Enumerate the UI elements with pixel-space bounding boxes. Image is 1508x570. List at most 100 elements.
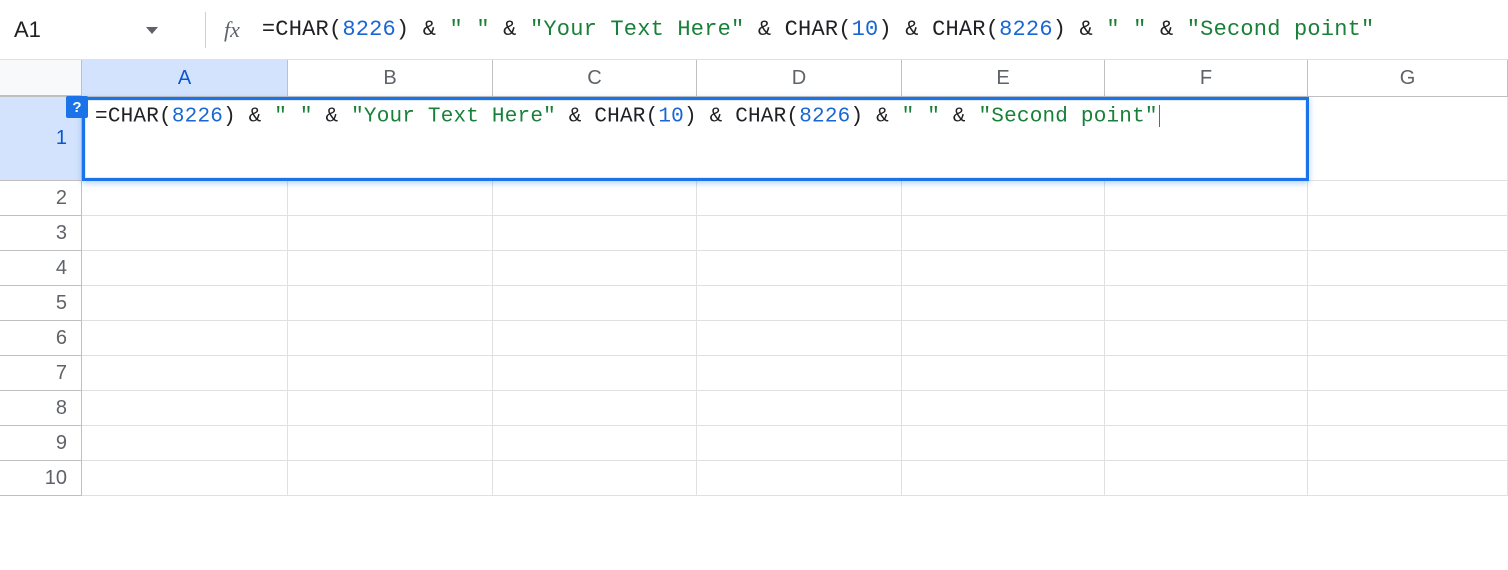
cell-G10[interactable] [1308, 461, 1508, 496]
cell-A3[interactable] [82, 216, 288, 251]
cell-A6[interactable] [82, 321, 288, 356]
formula-token: "Second point" [1187, 17, 1375, 42]
row-header-6[interactable]: 6 [0, 321, 82, 356]
cell-C4[interactable] [493, 251, 697, 286]
cell-A4[interactable] [82, 251, 288, 286]
active-cell-editor[interactable]: =CHAR(8226) & " " & "Your Text Here" & C… [82, 97, 1309, 181]
formula-token: 10 [852, 17, 879, 42]
cell-F6[interactable] [1105, 321, 1308, 356]
cell-A9[interactable] [82, 426, 288, 461]
cell-C5[interactable] [493, 286, 697, 321]
cell-D7[interactable] [697, 356, 902, 391]
cell-F2[interactable] [1105, 181, 1308, 216]
cell-C8[interactable] [493, 391, 697, 426]
cell-F4[interactable] [1105, 251, 1308, 286]
column-header-a[interactable]: A [82, 60, 288, 96]
cell-B8[interactable] [288, 391, 493, 426]
cell-A5[interactable] [82, 286, 288, 321]
cell-D3[interactable] [697, 216, 902, 251]
cell-E2[interactable] [902, 181, 1105, 216]
cell-A8[interactable] [82, 391, 288, 426]
row-header-5[interactable]: 5 [0, 286, 82, 321]
formula-token: " " [274, 106, 312, 129]
cell-D8[interactable] [697, 391, 902, 426]
cell-G5[interactable] [1308, 286, 1508, 321]
column-header-b[interactable]: B [288, 60, 493, 96]
cell-G6[interactable] [1308, 321, 1508, 356]
cell-D4[interactable] [697, 251, 902, 286]
row-header-9[interactable]: 9 [0, 426, 82, 461]
cell-formula-text[interactable]: =CHAR(8226) & " " & "Your Text Here" & C… [95, 105, 1296, 129]
cell-D2[interactable] [697, 181, 902, 216]
cell-G4[interactable] [1308, 251, 1508, 286]
cell-A2[interactable] [82, 181, 288, 216]
name-box-dropdown-icon[interactable] [146, 27, 158, 34]
cell-E3[interactable] [902, 216, 1105, 251]
column-header-d[interactable]: D [697, 60, 902, 96]
formula-token: ) [396, 17, 409, 42]
grid-row: 8 [0, 391, 1508, 426]
formula-token: ( [838, 17, 851, 42]
formula-help-icon[interactable]: ? [66, 96, 88, 118]
cell-C3[interactable] [493, 216, 697, 251]
cell-F8[interactable] [1105, 391, 1308, 426]
cell-E6[interactable] [902, 321, 1105, 356]
cell-D9[interactable] [697, 426, 902, 461]
cell-B7[interactable] [288, 356, 493, 391]
cell-D6[interactable] [697, 321, 902, 356]
cell-G1[interactable] [1308, 97, 1508, 181]
cell-E4[interactable] [902, 251, 1105, 286]
grid-row: 9 [0, 426, 1508, 461]
cell-C6[interactable] [493, 321, 697, 356]
row-header-8[interactable]: 8 [0, 391, 82, 426]
cell-E10[interactable] [902, 461, 1105, 496]
cell-B10[interactable] [288, 461, 493, 496]
row-header-3[interactable]: 3 [0, 216, 82, 251]
row-header-10[interactable]: 10 [0, 461, 82, 496]
formula-token: = [95, 106, 108, 129]
row-header-2[interactable]: 2 [0, 181, 82, 216]
column-header-c[interactable]: C [493, 60, 697, 96]
cell-E5[interactable] [902, 286, 1105, 321]
cell-B4[interactable] [288, 251, 493, 286]
cell-G2[interactable] [1308, 181, 1508, 216]
cell-B5[interactable] [288, 286, 493, 321]
cell-G9[interactable] [1308, 426, 1508, 461]
cell-E9[interactable] [902, 426, 1105, 461]
cell-B3[interactable] [288, 216, 493, 251]
cell-C9[interactable] [493, 426, 697, 461]
column-header-f[interactable]: F [1105, 60, 1308, 96]
cell-G7[interactable] [1308, 356, 1508, 391]
formula-bar[interactable]: =CHAR(8226) & " " & "Your Text Here" & C… [262, 17, 1498, 42]
column-header-g[interactable]: G [1308, 60, 1508, 96]
cell-F5[interactable] [1105, 286, 1308, 321]
cell-G3[interactable] [1308, 216, 1508, 251]
cell-B2[interactable] [288, 181, 493, 216]
row-header-7[interactable]: 7 [0, 356, 82, 391]
row-cells [82, 391, 1508, 426]
cell-F3[interactable] [1105, 216, 1308, 251]
cell-F7[interactable] [1105, 356, 1308, 391]
cell-C2[interactable] [493, 181, 697, 216]
cell-A10[interactable] [82, 461, 288, 496]
cell-B6[interactable] [288, 321, 493, 356]
column-header-e[interactable]: E [902, 60, 1105, 96]
cell-D10[interactable] [697, 461, 902, 496]
cell-C7[interactable] [493, 356, 697, 391]
cell-E7[interactable] [902, 356, 1105, 391]
grid-row: 5 [0, 286, 1508, 321]
cell-B9[interactable] [288, 426, 493, 461]
cell-C10[interactable] [493, 461, 697, 496]
cell-D5[interactable] [697, 286, 902, 321]
cell-A7[interactable] [82, 356, 288, 391]
name-box-container[interactable] [12, 0, 187, 59]
cell-F10[interactable] [1105, 461, 1308, 496]
select-all-corner[interactable] [0, 60, 82, 96]
cell-F9[interactable] [1105, 426, 1308, 461]
name-box-input[interactable] [12, 16, 142, 44]
row-cells [82, 286, 1508, 321]
row-header-4[interactable]: 4 [0, 251, 82, 286]
row-cells [82, 461, 1508, 496]
cell-G8[interactable] [1308, 391, 1508, 426]
cell-E8[interactable] [902, 391, 1105, 426]
